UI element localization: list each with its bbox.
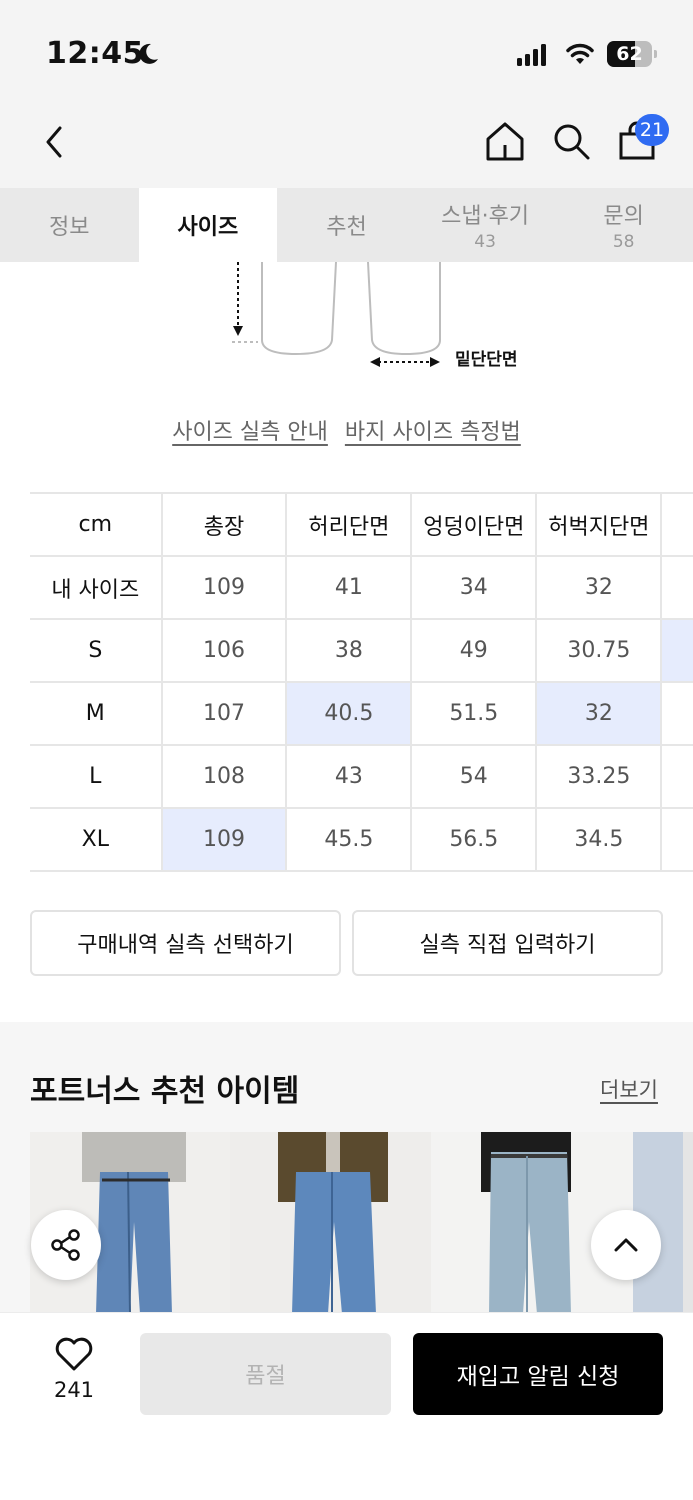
table-header-cell <box>660 492 693 557</box>
tab-snap-review[interactable]: 스냅·후기 43 <box>416 188 555 262</box>
top-nav-bar <box>0 100 693 188</box>
table-cell: 34 <box>410 555 538 620</box>
table-header-cell: 허벅지단면 <box>535 492 663 557</box>
share-icon <box>51 1229 80 1261</box>
cart-count-badge: 21 <box>635 114 669 146</box>
table-header-cell: cm <box>30 492 163 557</box>
table-header-cell: 총장 <box>160 492 288 557</box>
table-cell: 34.5 <box>535 807 663 872</box>
table-cell: 49 <box>410 618 538 683</box>
signal-icon <box>517 44 546 66</box>
like-button[interactable]: 241 <box>44 1336 104 1402</box>
table-cell <box>660 618 693 683</box>
tab-count: 43 <box>474 232 496 252</box>
table-header-cell: 엉덩이단면 <box>410 492 538 557</box>
status-bar: 12:45 62 <box>0 0 693 100</box>
product-tabs: 정보 사이즈 추천 스냅·후기 43 문의 58 <box>0 188 693 262</box>
row-label: L <box>30 744 163 809</box>
table-cell: 51.5 <box>410 681 538 746</box>
battery-icon: 62 <box>607 41 657 67</box>
home-icon[interactable] <box>484 120 526 162</box>
tab-label: 사이즈 <box>177 215 239 240</box>
table-cell <box>660 555 693 620</box>
row-label: M <box>30 681 163 746</box>
table-cell: 30.75 <box>535 618 663 683</box>
product-carousel <box>30 1132 693 1314</box>
table-cell: 40.5 <box>285 681 413 746</box>
status-time: 12:45 <box>46 36 144 71</box>
row-label: 내 사이즈 <box>30 555 163 620</box>
wifi-icon <box>566 43 594 64</box>
chevron-up-icon <box>614 1238 638 1252</box>
soldout-button[interactable]: 품절 <box>140 1333 391 1415</box>
more-link[interactable]: 더보기 <box>600 1074 658 1104</box>
row-label: S <box>30 618 163 683</box>
table-header-cell: 허리단면 <box>285 492 413 557</box>
table-header-row: cm 총장 허리단면 엉덩이단면 허벅지단면 <box>30 492 693 557</box>
tab-label: 문의 <box>603 204 644 229</box>
pants-measurement-diagram <box>232 262 441 367</box>
table-cell <box>660 807 693 872</box>
size-table: cm 총장 허리단면 엉덩이단면 허벅지단면 내 사이즈 109 41 34 3… <box>30 492 693 872</box>
table-cell: 38 <box>285 618 413 683</box>
table-cell: 54 <box>410 744 538 809</box>
select-purchase-measure-button[interactable]: 구매내역 실측 선택하기 <box>30 910 341 976</box>
table-cell: 109 <box>160 807 288 872</box>
table-cell: 32 <box>535 555 663 620</box>
size-guide-links: 사이즈 실측 안내 바지 사이즈 측정법 <box>0 414 693 446</box>
pants-measure-link[interactable]: 바지 사이즈 측정법 <box>345 420 521 445</box>
share-button[interactable] <box>31 1210 101 1280</box>
table-cell: 33.25 <box>535 744 663 809</box>
size-guide-link[interactable]: 사이즈 실측 안내 <box>172 420 328 445</box>
table-cell: 109 <box>160 555 288 620</box>
tab-inquiry[interactable]: 문의 58 <box>554 188 693 262</box>
hem-width-label: 밑단단면 <box>455 350 518 370</box>
tab-count: 58 <box>612 232 635 252</box>
back-icon[interactable] <box>38 120 72 164</box>
tab-label: 정보 <box>49 215 90 240</box>
scroll-top-button[interactable] <box>591 1210 661 1280</box>
recommend-title: 포트너스 추천 아이템 <box>30 1074 300 1109</box>
table-row: M 107 40.5 51.5 32 <box>30 681 693 746</box>
moon-icon <box>139 43 158 64</box>
tab-label: 추천 <box>326 215 367 240</box>
table-cell: 41 <box>285 555 413 620</box>
tab-label: 스냅·후기 <box>441 204 530 229</box>
table-cell: 32 <box>535 681 663 746</box>
table-cell <box>660 681 693 746</box>
row-label: XL <box>30 807 163 872</box>
tab-size[interactable]: 사이즈 <box>138 188 278 262</box>
tab-info[interactable]: 정보 <box>0 188 139 262</box>
table-cell: 43 <box>285 744 413 809</box>
table-row: XL 109 45.5 56.5 34.5 <box>30 807 693 872</box>
table-cell <box>660 744 693 809</box>
battery-text: 62 <box>616 43 643 65</box>
table-cell: 107 <box>160 681 288 746</box>
search-icon[interactable] <box>550 120 592 162</box>
product-image[interactable] <box>230 1132 431 1314</box>
table-cell: 56.5 <box>410 807 538 872</box>
like-count: 241 <box>53 1378 95 1402</box>
heart-icon <box>55 1337 93 1371</box>
table-cell: 108 <box>160 744 288 809</box>
tab-recommend[interactable]: 추천 <box>277 188 416 262</box>
table-row: L 108 43 54 33.25 <box>30 744 693 809</box>
table-cell: 106 <box>160 618 288 683</box>
table-cell: 45.5 <box>285 807 413 872</box>
table-row: S 106 38 49 30.75 <box>30 618 693 683</box>
manual-measure-input-button[interactable]: 실측 직접 입력하기 <box>352 910 663 976</box>
restock-alert-button[interactable]: 재입고 알림 신청 <box>413 1333 663 1415</box>
table-row: 내 사이즈 109 41 34 32 <box>30 555 693 620</box>
